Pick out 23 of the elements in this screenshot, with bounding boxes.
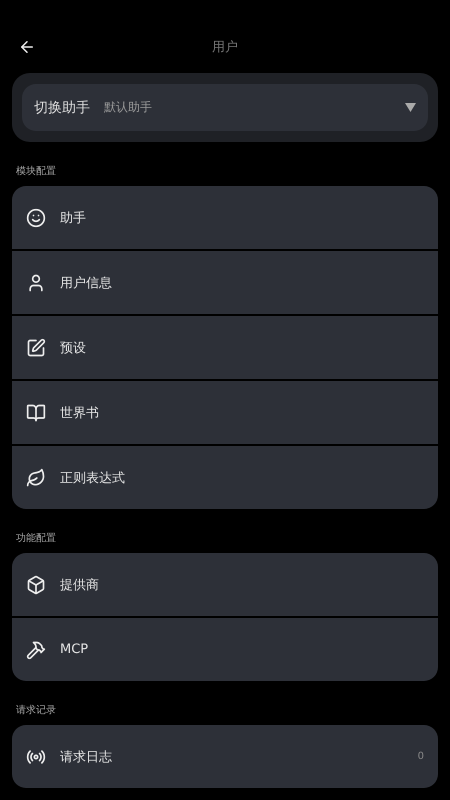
section-title: 请求记录	[16, 704, 57, 717]
menu-item[interactable]: 提供商	[12, 553, 438, 616]
hammer-icon	[26, 640, 46, 660]
menu-item[interactable]: 用户信息	[12, 251, 438, 314]
menu-item[interactable]: 助手	[12, 186, 438, 249]
menu-item[interactable]: MCP	[12, 618, 438, 681]
book-icon	[26, 402, 46, 422]
section-title: 功能配置	[16, 532, 57, 545]
menu-item[interactable]: 请求日志 0	[12, 725, 438, 788]
select-value: 默认助手	[104, 99, 153, 116]
cube-icon	[26, 574, 46, 594]
item-count: 0	[418, 751, 424, 762]
page-title: 用户	[212, 38, 238, 56]
menu-item[interactable]: 世界书	[12, 381, 438, 444]
dropdown-caret-icon	[405, 103, 416, 112]
edit-icon	[26, 338, 46, 358]
leaf-icon	[26, 468, 46, 488]
menu-item[interactable]: 预设	[12, 316, 438, 379]
smiley-icon	[26, 208, 46, 228]
menu-item[interactable]: 正则表达式	[12, 446, 438, 509]
assistant-select[interactable]: 切换助手 默认助手	[22, 84, 428, 131]
section-title: 模块配置	[16, 164, 57, 178]
select-label: 切换助手	[34, 98, 90, 116]
